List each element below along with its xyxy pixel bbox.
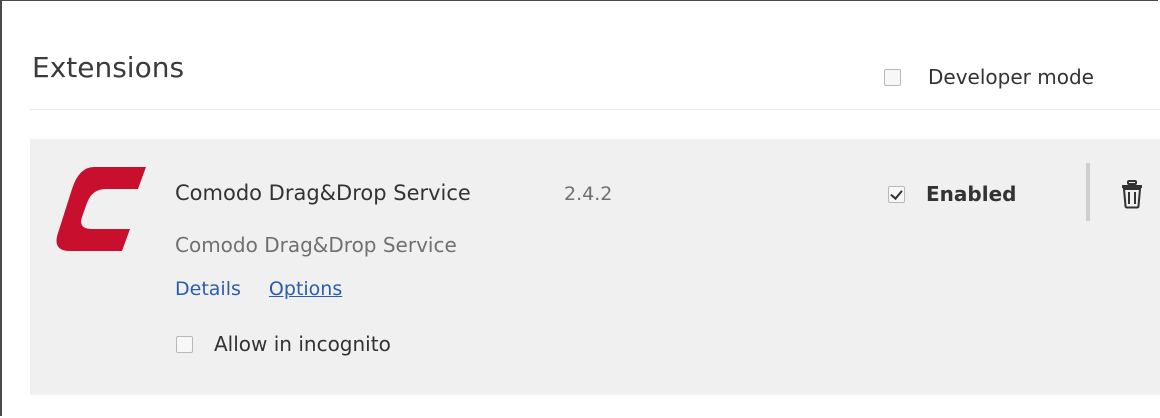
enabled-label: Enabled [926,182,1017,206]
vertical-divider [1086,163,1090,221]
enabled-toggle[interactable]: Enabled [888,182,1016,206]
header-divider [30,109,1160,110]
enabled-checkbox[interactable] [888,185,905,203]
allow-incognito-label: Allow in incognito [214,332,391,356]
options-link[interactable]: Options [269,278,342,300]
extension-card: Comodo Drag&Drop Service 2.4.2 Comodo Dr… [30,139,1160,395]
page-title: Extensions [32,51,185,84]
extension-links: Details Options [175,278,342,300]
developer-mode-toggle[interactable]: Developer mode [884,65,1094,89]
extension-version: 2.4.2 [564,183,613,205]
developer-mode-label: Developer mode [928,65,1094,89]
extension-name: Comodo Drag&Drop Service [175,181,471,205]
trash-icon[interactable] [1120,179,1144,209]
allow-incognito-checkbox[interactable] [176,335,193,353]
allow-incognito-toggle[interactable]: Allow in incognito [176,332,391,356]
window-frame: Extensions Developer mode Comodo Drag&Dr… [0,0,1160,416]
details-link[interactable]: Details [175,278,241,300]
extension-description: Comodo Drag&Drop Service [175,233,457,257]
comodo-logo-icon [56,167,146,251]
developer-mode-checkbox[interactable] [884,68,901,86]
